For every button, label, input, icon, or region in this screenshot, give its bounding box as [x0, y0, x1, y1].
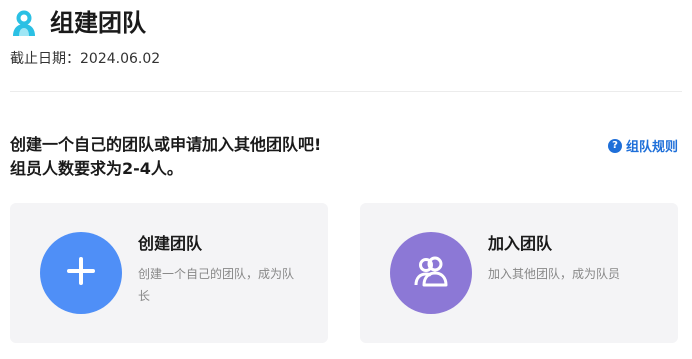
help-circle-icon: ? — [607, 138, 622, 153]
create-team-circle — [40, 232, 122, 314]
deadline-label: 截止日期： — [10, 51, 80, 67]
create-team-card[interactable]: 创建团队 创建一个自己的团队，成为队长 — [10, 203, 328, 343]
create-team-description: 创建一个自己的团队，成为队长 — [138, 267, 295, 303]
intro-line-2: 组员人数要求为2-4人。 — [10, 159, 183, 178]
create-team-title: 创建团队 — [138, 234, 203, 253]
rules-link-label: 组队规则 — [625, 140, 678, 155]
join-team-card[interactable]: 加入团队 加入其他团队，成为队员 — [360, 203, 678, 343]
join-team-description: 加入其他团队，成为队员 — [488, 267, 621, 281]
plus-icon — [64, 254, 98, 292]
divider — [10, 91, 682, 92]
team-page: 组建团队 截止日期：2024.06.02 创建一个自己的团队或申请加入其他团队吧… — [0, 0, 692, 359]
intro-text: 创建一个自己的团队或申请加入其他团队吧! 组员人数要求为2-4人。 — [10, 133, 470, 181]
join-team-circle — [390, 232, 472, 314]
deadline-value: 2024.06.02 — [80, 51, 161, 67]
deadline-text: 截止日期：2024.06.02 — [10, 49, 160, 69]
team-logo-icon — [10, 9, 38, 37]
users-icon — [411, 254, 451, 292]
page-title: 组建团队 — [50, 9, 146, 37]
intro-line-1: 创建一个自己的团队或申请加入其他团队吧! — [10, 135, 322, 154]
join-team-title: 加入团队 — [488, 234, 553, 253]
team-rules-link[interactable]: ? 组队规则 — [607, 136, 678, 155]
